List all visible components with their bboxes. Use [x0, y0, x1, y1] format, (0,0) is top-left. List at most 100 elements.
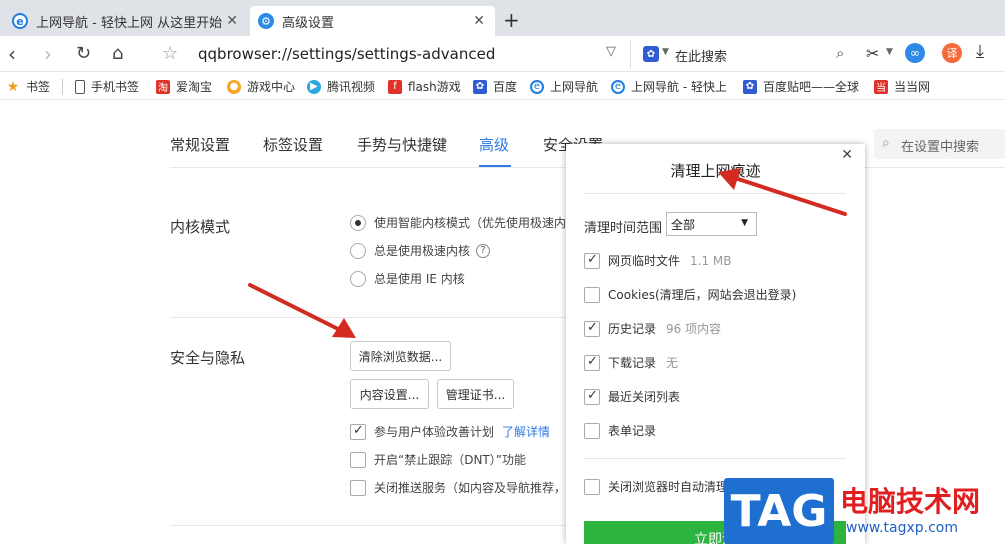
divider [584, 193, 846, 194]
translate-icon[interactable]: 译 [942, 43, 962, 63]
bookmark-item[interactable]: e 上网导航 [530, 78, 598, 95]
ie-icon: e [12, 13, 28, 29]
divider [62, 79, 63, 95]
star-icon[interactable]: ☆ [162, 43, 178, 64]
tab-gestures[interactable]: 手势与快捷键 [357, 134, 447, 155]
dnt-checkbox[interactable]: 开启“禁止跟踪（DNT）”功能 [350, 451, 526, 468]
temp-files-checkbox[interactable]: 网页临时文件1.1 MB [584, 252, 732, 269]
form-data-checkbox[interactable]: 表单记录 [584, 422, 656, 439]
bookmark-item[interactable]: 当当当网 [874, 78, 930, 95]
address-bar: ‹ › ↻ ⌂ ☆ qqbrowser://settings/settings-… [0, 36, 1005, 72]
back-icon[interactable]: ‹ [8, 42, 16, 66]
reload-icon[interactable]: ↻ [76, 43, 91, 64]
tab-tabs[interactable]: 标签设置 [263, 134, 323, 155]
dangdang-icon: 当 [874, 79, 888, 94]
new-tab-icon[interactable]: + [503, 8, 520, 32]
learn-more-link[interactable]: 了解详情 [502, 423, 550, 440]
checkbox[interactable] [584, 320, 600, 337]
tab-label: 高级设置 [282, 15, 335, 31]
chevron-down-icon[interactable]: ▼ [886, 47, 893, 57]
checkbox[interactable] [584, 422, 600, 439]
watermark-url: www.tagxp.com [846, 520, 958, 536]
phone-icon [75, 79, 85, 94]
manage-certificates-button[interactable]: 管理证书... [437, 379, 514, 409]
baidu-paw-icon[interactable]: ✿ [643, 46, 659, 62]
kernel-section-title: 内核模式 [170, 218, 231, 236]
kernel-option-ie[interactable]: 总是使用 IE 内核 [350, 270, 465, 287]
clear-browsing-data-button[interactable]: 清除浏览数据... [350, 341, 451, 371]
content-settings-button[interactable]: 内容设置... [350, 379, 429, 409]
url-field[interactable]: qqbrowser://settings/settings-advanced [198, 45, 495, 63]
bookmark-item[interactable]: ★ 书签 [6, 78, 50, 95]
bookmark-item[interactable]: f flash游戏 [388, 78, 461, 95]
tab-advanced-settings[interactable]: ⚙ 高级设置 ✕ [250, 6, 495, 36]
settings-search-input[interactable]: ⌕ 在设置中搜索 [874, 129, 1005, 159]
flash-icon: f [388, 79, 402, 94]
star-icon: ★ [6, 78, 20, 95]
divider [170, 317, 570, 318]
tab-navigation[interactable]: e 上网导航 - 轻快上网 从这里开始 ✕ [4, 6, 248, 36]
radio[interactable] [350, 214, 366, 231]
bookmark-item[interactable]: e 上网导航 - 轻快上 [611, 78, 727, 95]
tab-label: 上网导航 - 轻快上网 从这里开始 [36, 15, 223, 31]
chevron-down-icon[interactable]: ▼ [662, 47, 669, 57]
bookmark-item[interactable]: ✿ 百度 [473, 78, 517, 95]
search-icon: ⌕ [882, 135, 890, 151]
downloads-checkbox[interactable]: 下载记录无 [584, 354, 678, 371]
checkbox[interactable] [584, 388, 600, 405]
gamepad-icon: ● [227, 79, 241, 94]
checkbox[interactable] [584, 252, 600, 269]
scissors-icon[interactable]: ✂ [866, 44, 879, 63]
radio[interactable] [350, 242, 366, 259]
gear-icon: ⚙ [258, 13, 274, 29]
search-input[interactable]: 在此搜索 [675, 46, 727, 65]
taobao-icon: 淘 [156, 79, 170, 94]
bookmarks-bar: ★ 书签 手机书签 淘爱淘宝 ● 游戏中心 ▶ 腾讯视频 f flash游戏 ✿ 百度 e… [0, 72, 1005, 100]
privacy-section-title: 安全与隐私 [170, 349, 246, 367]
checkbox[interactable] [350, 479, 366, 496]
search-icon[interactable]: ⌕ [836, 44, 844, 62]
bookmark-item[interactable]: ● 游戏中心 [227, 78, 295, 95]
time-range-select[interactable]: 全部 ▼ [666, 212, 757, 236]
cookies-checkbox[interactable]: Cookies(清理后，网站会退出登录) [584, 286, 796, 303]
radio[interactable] [350, 270, 366, 287]
ie-icon: e [611, 79, 625, 94]
divider [584, 458, 846, 459]
ie-icon: e [530, 79, 544, 94]
baidu-paw-icon: ✿ [743, 79, 757, 94]
bookmark-item[interactable]: ✿ 百度贴吧——全球 [743, 78, 859, 95]
video-icon: ▶ [307, 79, 321, 94]
watermark: TAG 电脑技术网 www.tagxp.com [724, 478, 1005, 544]
checkbox[interactable] [584, 478, 600, 495]
close-icon[interactable]: ✕ [473, 13, 485, 29]
home-icon[interactable]: ⌂ [112, 43, 123, 64]
search-box[interactable]: ✿ ▼ 在此搜索 ⌕ [630, 40, 855, 68]
tab-bar: e 上网导航 - 轻快上网 从这里开始 ✕ ⚙ 高级设置 ✕ + [0, 0, 1005, 36]
range-label: 清理时间范围 [584, 221, 663, 236]
tab-general[interactable]: 常规设置 [170, 134, 230, 155]
tag-logo: TAG [724, 478, 834, 544]
help-icon[interactable]: ? [476, 243, 491, 258]
forward-icon[interactable]: › [44, 42, 52, 66]
bookmark-item[interactable]: 手机书签 [75, 78, 139, 95]
recently-closed-checkbox[interactable]: 最近关闭列表 [584, 388, 680, 405]
kernel-option-smart[interactable]: 使用智能内核模式（优先使用极速内 [350, 214, 566, 231]
history-checkbox[interactable]: 历史记录96 项内容 [584, 320, 721, 337]
auto-clean-checkbox[interactable]: 关闭浏览器时自动清理 [584, 478, 728, 495]
bookmark-item[interactable]: 淘爱淘宝 [156, 78, 212, 95]
download-icon[interactable]: ⤓ [976, 41, 984, 62]
dialog-title: 清理上网痕迹 [670, 162, 761, 180]
checkbox[interactable] [584, 286, 600, 303]
push-service-checkbox[interactable]: 关闭推送服务（如内容及导航推荐， [350, 479, 566, 496]
checkbox[interactable] [350, 423, 366, 440]
bookmark-item[interactable]: ▶ 腾讯视频 [307, 78, 375, 95]
url-dropdown-icon[interactable]: ▽ [606, 44, 616, 59]
checkbox[interactable] [350, 451, 366, 468]
close-icon[interactable]: ✕ [226, 13, 238, 29]
tab-advanced[interactable]: 高级 [479, 134, 509, 155]
ux-improvement-checkbox[interactable]: 参与用户体验改善计划了解详情 [350, 423, 550, 440]
checkbox[interactable] [584, 354, 600, 371]
chevron-down-icon: ▼ [741, 218, 748, 228]
infinity-icon[interactable]: ∞ [905, 43, 925, 63]
kernel-option-blink[interactable]: 总是使用极速内核? [350, 242, 491, 259]
